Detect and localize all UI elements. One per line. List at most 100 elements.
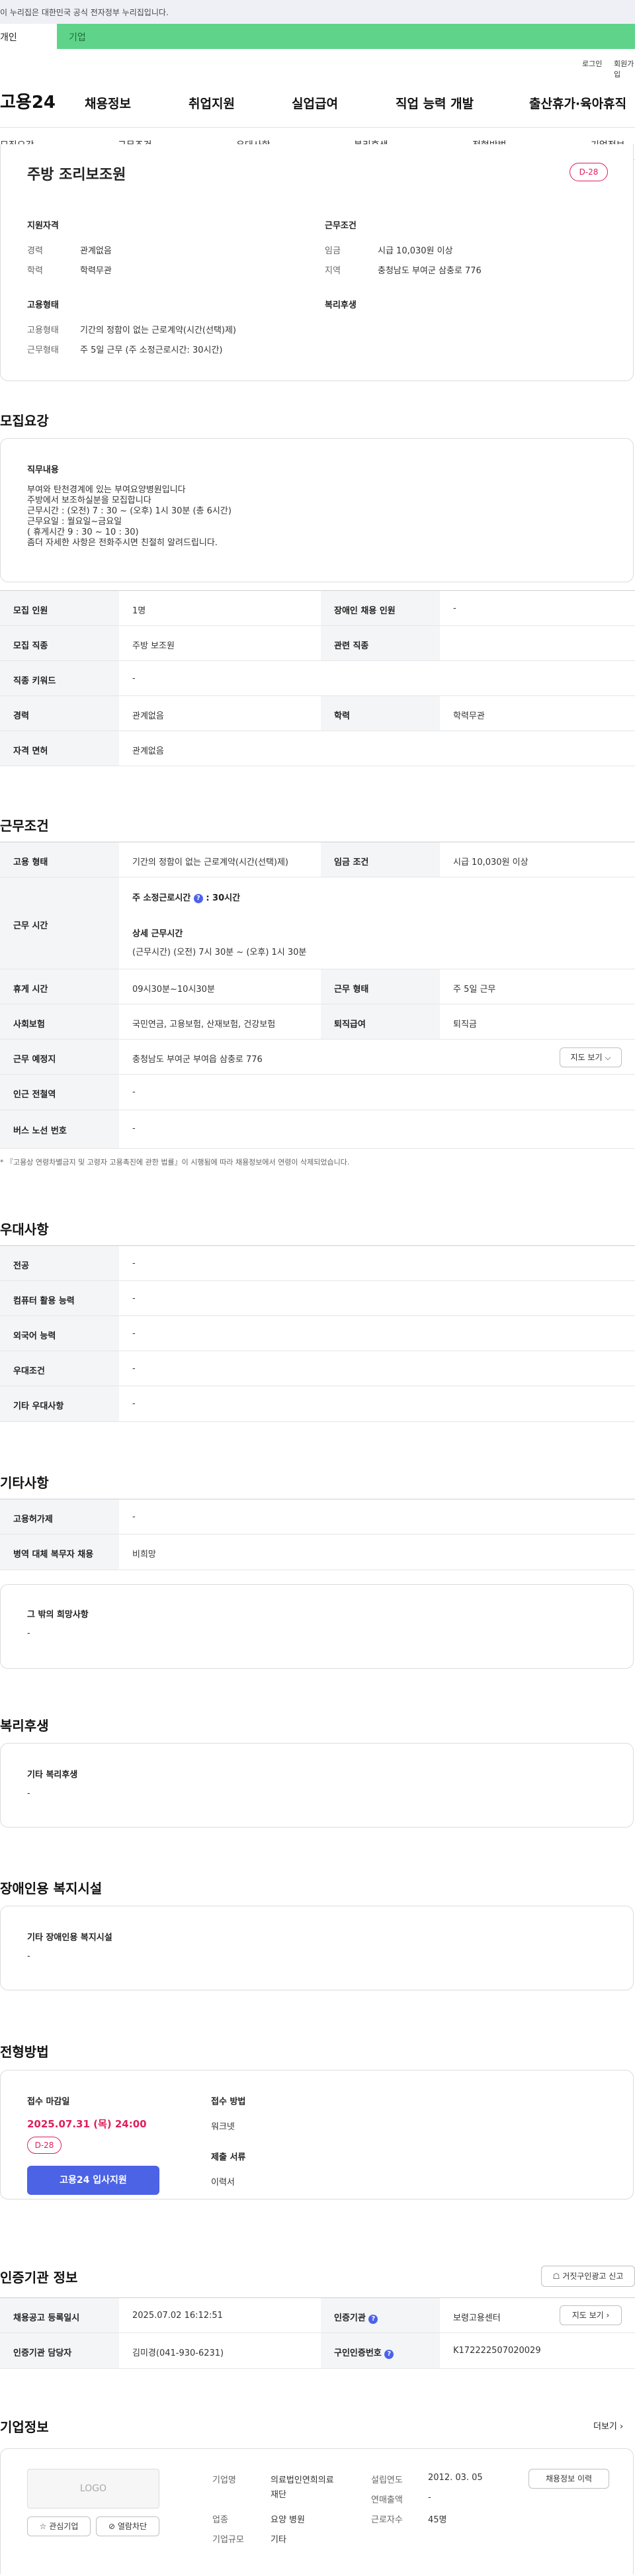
job-history-button[interactable]: 채용정보 이력 xyxy=(529,2469,609,2489)
cert-heading: 인증기관 정보 xyxy=(0,2270,78,2286)
company-name-line2: 재단 xyxy=(271,2490,286,2500)
duty-line: 근무시간 : (오전) 7 : 30 ~ (오후) 1시 30분 (총 6시간) xyxy=(27,506,232,516)
site-logo[interactable]: 고용24 xyxy=(0,89,56,113)
duty-content: 부여와 탄천경계에 있는 부여요양병원입니다 주방에서 보조하실분을 모집합니다… xyxy=(27,485,232,549)
emp-form-label: 근무형태 xyxy=(27,345,59,355)
report-icon: ☖ xyxy=(552,2272,560,2281)
work-value: 충청남도 부여군 부여읍 삼충로 776 xyxy=(132,1055,263,1065)
info-icon[interactable]: ? xyxy=(368,2315,378,2324)
cond-region-label: 지역 xyxy=(325,266,341,276)
qual-title: 지원자격 xyxy=(27,221,59,231)
other-wishes-value: - xyxy=(27,1628,30,1638)
age-notice: * 『고용상 연령차별금지 및 고령자 고용촉진에 관한 법률』이 시행됨에 따… xyxy=(0,1158,350,1167)
work-value: 주 5일 근무 xyxy=(453,985,496,995)
other-wishes-title: 그 밖의 희망사항 xyxy=(27,1610,89,1620)
company-heading: 기업정보 xyxy=(0,2419,49,2435)
tab-personal-label: 개인 xyxy=(0,32,17,43)
row-divider xyxy=(0,1421,635,1422)
work-label: 사회보험 xyxy=(13,1020,45,1030)
false-ad-report-button[interactable]: ☖ 거짓구인광고 신고 xyxy=(541,2266,635,2287)
gov-notice-bar: 이 누리집은 대한민국 공식 전자정부 누리집입니다. xyxy=(0,0,635,24)
pref-value: - xyxy=(132,1294,136,1304)
gnb-unemployment-benefit[interactable]: 실업급여 xyxy=(292,94,338,112)
docs-value: 이력서 xyxy=(211,2178,235,2188)
chevron-down-icon: ⌵ xyxy=(605,1053,611,1062)
cond-region-value: 충청남도 부여군 삼충로 776 xyxy=(378,266,482,276)
company-found-value: 2012. 03. 05 xyxy=(428,2473,483,2483)
selection-dday-badge: D-28 xyxy=(27,2137,62,2154)
method-label: 접수 방법 xyxy=(211,2097,246,2107)
duty-card: 직무내용 부여와 탄천경계에 있는 부여요양병원입니다 주방에서 보조하실분을 … xyxy=(0,438,634,582)
emp-title: 고용형태 xyxy=(27,300,59,310)
company-size-value: 기타 xyxy=(271,2535,286,2545)
cert-number-label: 구인인증번호 xyxy=(334,2348,382,2358)
weekly-hours: 주 소정근로시간 ? : 30시간 xyxy=(132,891,240,903)
table-row-label: 학력 xyxy=(334,711,350,721)
table-row-value: - xyxy=(132,674,136,684)
cert-map-button[interactable]: 지도 보기 › xyxy=(560,2305,622,2325)
gnb-maternity-leave[interactable]: 출산휴가·육아휴직 xyxy=(529,94,626,112)
table-row-value: 1명 xyxy=(132,606,146,616)
docs-label: 제출 서류 xyxy=(211,2153,246,2162)
emp-type-value: 기간의 정함이 없는 근로계약(시간(선택)제) xyxy=(80,326,237,335)
deadline-label: 접수 마감일 xyxy=(27,2097,70,2107)
join-link[interactable]: 회원가입 xyxy=(614,58,635,79)
gnb-jobs[interactable]: 채용정보 xyxy=(85,94,131,112)
cert-label: 채용공고 등록일시 xyxy=(13,2313,80,2323)
info-icon[interactable]: ? xyxy=(193,893,203,903)
disab-card: 기타 장애인용 복지시설 - xyxy=(0,1906,634,1990)
tab-business[interactable]: 기업 xyxy=(69,30,86,44)
pref-value: - xyxy=(132,1399,136,1409)
map-view-button[interactable]: 지도 보기 ⌵ xyxy=(560,1047,622,1067)
work-label: 근무 시간 xyxy=(13,921,48,931)
table-row-label: 모집 인원 xyxy=(13,606,48,616)
job-title: 주방 조리보조원 xyxy=(27,167,126,183)
cert-label: 구인인증번호 ? xyxy=(334,2346,394,2359)
emp-form-value: 주 5일 근무 (주 소정근로시간: 30시간) xyxy=(80,345,223,355)
weekly-hours-value: : 30시간 xyxy=(206,893,241,903)
table-row-value: 학력무관 xyxy=(453,711,485,721)
pref-heading: 우대사항 xyxy=(0,1221,49,1237)
info-icon[interactable]: ? xyxy=(384,2350,394,2359)
company-more-link[interactable]: 더보기 › xyxy=(593,2419,623,2432)
dday-badge: D-28 xyxy=(570,163,608,181)
welfare-card-value: - xyxy=(27,1789,30,1799)
row-divider xyxy=(0,1280,635,1281)
company-logo: LOGO xyxy=(27,2469,159,2509)
company-industry-value: 요양 병원 xyxy=(271,2515,305,2525)
favorite-company-button[interactable]: ☆ 관심기업 xyxy=(27,2516,91,2536)
table-row-label: 관련 직종 xyxy=(334,641,369,651)
work-value: 국민연금, 고용보험, 산재보험, 건강보험 xyxy=(132,1020,276,1030)
work-value: - xyxy=(132,1124,136,1133)
row-divider xyxy=(0,625,635,626)
cond-wage-label: 임금 xyxy=(325,246,341,256)
company-more-label: 더보기 xyxy=(593,2422,617,2432)
welfare-heading: 복리후생 xyxy=(0,1718,49,1734)
row-divider xyxy=(0,1039,635,1040)
block-view-button[interactable]: ⊘ 열람차단 xyxy=(96,2516,159,2536)
company-sales-value: - xyxy=(428,2493,431,2503)
row-divider xyxy=(0,2368,635,2369)
company-sales-label: 연매출액 xyxy=(371,2495,403,2505)
welfare-title: 복리후생 xyxy=(325,300,357,310)
etc-label: 병역 대체 복무자 채용 xyxy=(13,1550,94,1560)
gnb-employment-support[interactable]: 취업지원 xyxy=(189,94,235,112)
tab-personal[interactable]: 개인 xyxy=(0,24,57,49)
duty-line: 부여와 탄천경계에 있는 부여요양병원입니다 xyxy=(27,485,186,495)
disab-heading: 장애인용 복지시설 xyxy=(0,1881,103,1896)
work-label: 버스 노선 번호 xyxy=(13,1126,67,1136)
duty-line: 좀더 자세한 사항은 전화주시면 친절히 알려드립니다. xyxy=(27,538,218,548)
apply-button[interactable]: 고용24 입사지원 xyxy=(27,2166,159,2195)
table-row-value: 주방 보조원 xyxy=(132,641,175,651)
cert-value: 2025.07.02 16:12:51 xyxy=(132,2311,223,2321)
row-divider xyxy=(0,695,635,696)
work-label: 휴게 시간 xyxy=(13,985,48,995)
selection-heading: 전형방법 xyxy=(0,2044,49,2060)
detail-hours-label: 상세 근무시간 xyxy=(132,929,183,939)
gnb-vocational-training[interactable]: 직업 능력 개발 xyxy=(396,94,474,112)
work-label: 고용 형태 xyxy=(13,858,48,867)
login-link[interactable]: 로그인 xyxy=(582,58,602,69)
disab-card-title: 기타 장애인용 복지시설 xyxy=(27,1933,112,1943)
pref-value: - xyxy=(132,1329,136,1339)
detail-hours-value: (근무시간) (오전) 7시 30분 ~ (오후) 1시 30분 xyxy=(132,948,307,957)
